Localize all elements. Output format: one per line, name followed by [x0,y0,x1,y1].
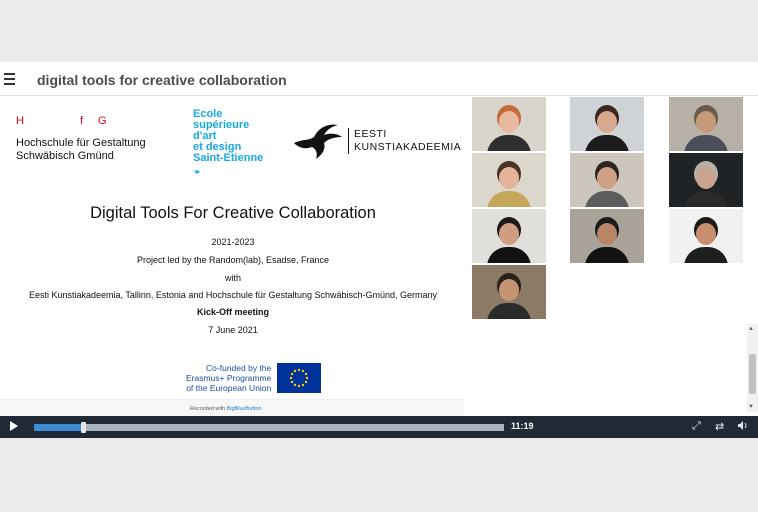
esade-arrow-icon: ◦▸ [193,167,200,176]
player-controls: 11:19 ⤢ ⇄ [0,416,758,438]
top-bar: digital tools for creative collaboration [0,62,758,96]
webcam-tile [472,265,546,319]
play-icon[interactable] [10,421,18,431]
slide-event: Kick-Off meeting [196,307,269,317]
slide-title: Digital Tools For Creative Collaboration [90,204,376,222]
eka-line: KUNSTIAKADEEMIA [354,141,462,153]
page-title: digital tools for creative collaboration [37,72,287,88]
eka-logo: EESTI KUNSTIAKADEEMIA [292,121,461,161]
eka-line: EESTI [354,128,387,140]
webcam-tile [669,97,743,151]
menu-icon[interactable] [4,70,20,88]
scroll-up-icon[interactable]: ▲ [748,326,754,332]
scrollbar[interactable]: ▲ ▼ [747,324,758,412]
recording-player: digital tools for creative collaboration… [0,62,758,438]
eu-funding-logo: Co-funded by the Erasmus+ Programme of t… [186,363,322,393]
hfg-letter-f: f [80,115,84,127]
hfg-name-line1: Hochschule für Gestaltung [16,137,146,149]
slide-years: 2021-2023 [211,237,255,247]
participant-head [499,167,519,189]
scroll-down-icon[interactable]: ▼ [748,404,754,410]
eu-line: Co-funded by the [206,363,272,373]
participant-head [696,111,716,133]
webcam-tile [472,97,546,151]
webcams-panel [470,97,746,407]
time-display: 11:19 [511,421,534,431]
participant-head [597,223,617,245]
webcam-tile [669,153,743,207]
webcam-tile [669,209,743,263]
webcam-tile [472,153,546,207]
recorded-prefix: Recorded with [190,406,227,412]
participant-head [499,279,519,301]
hfg-letter-g: G [98,115,107,127]
hfg-logo: H f G Hochschule für Gestaltung Schwäbis… [16,115,146,163]
webcam-tile [570,153,644,207]
webcam-tile [570,209,644,263]
fullscreen-icon[interactable]: ⤢ [692,420,701,433]
webcam-tile [472,209,546,263]
swap-icon[interactable]: ⇄ [715,420,724,433]
participant-head [499,111,519,133]
eu-flag-icon [277,363,322,393]
volume-icon[interactable] [737,420,749,434]
slide-with: with [224,273,241,283]
progress-handle[interactable] [81,422,87,433]
slide-date: 7 June 2021 [208,325,258,335]
progress-played [34,424,84,431]
presentation-slide: H f G Hochschule für Gestaltung Schwäbis… [0,97,466,417]
participant-head [499,223,519,245]
eu-line: Erasmus+ Programme [186,373,272,383]
participant-head [597,111,617,133]
participant-head [597,167,617,189]
pegasus-icon [294,124,342,159]
slide-partners: Eesti Kunstiakadeemia, Tallinn, Estonia … [28,290,438,300]
webcam-tile [570,97,644,151]
progress-bar[interactable] [34,422,504,433]
esade-logo: Ecole supérieure d'art et design Saint-E… [193,109,263,177]
participant-head [696,223,716,245]
participant-head [696,167,716,189]
recorded-with: Recorded with BigBlueButton [190,406,262,412]
bigbluebutton-link[interactable]: BigBlueButton [227,406,262,412]
eu-line: of the European Union [186,383,272,393]
slide-led-by: Project led by the Random(lab), Esadse, … [136,255,330,265]
hfg-letter-h: H [16,115,24,127]
scrollbar-thumb[interactable] [749,354,756,394]
hfg-name-line2: Schwäbisch Gmünd [16,150,114,162]
esade-line: Saint-Etienne [193,152,264,164]
